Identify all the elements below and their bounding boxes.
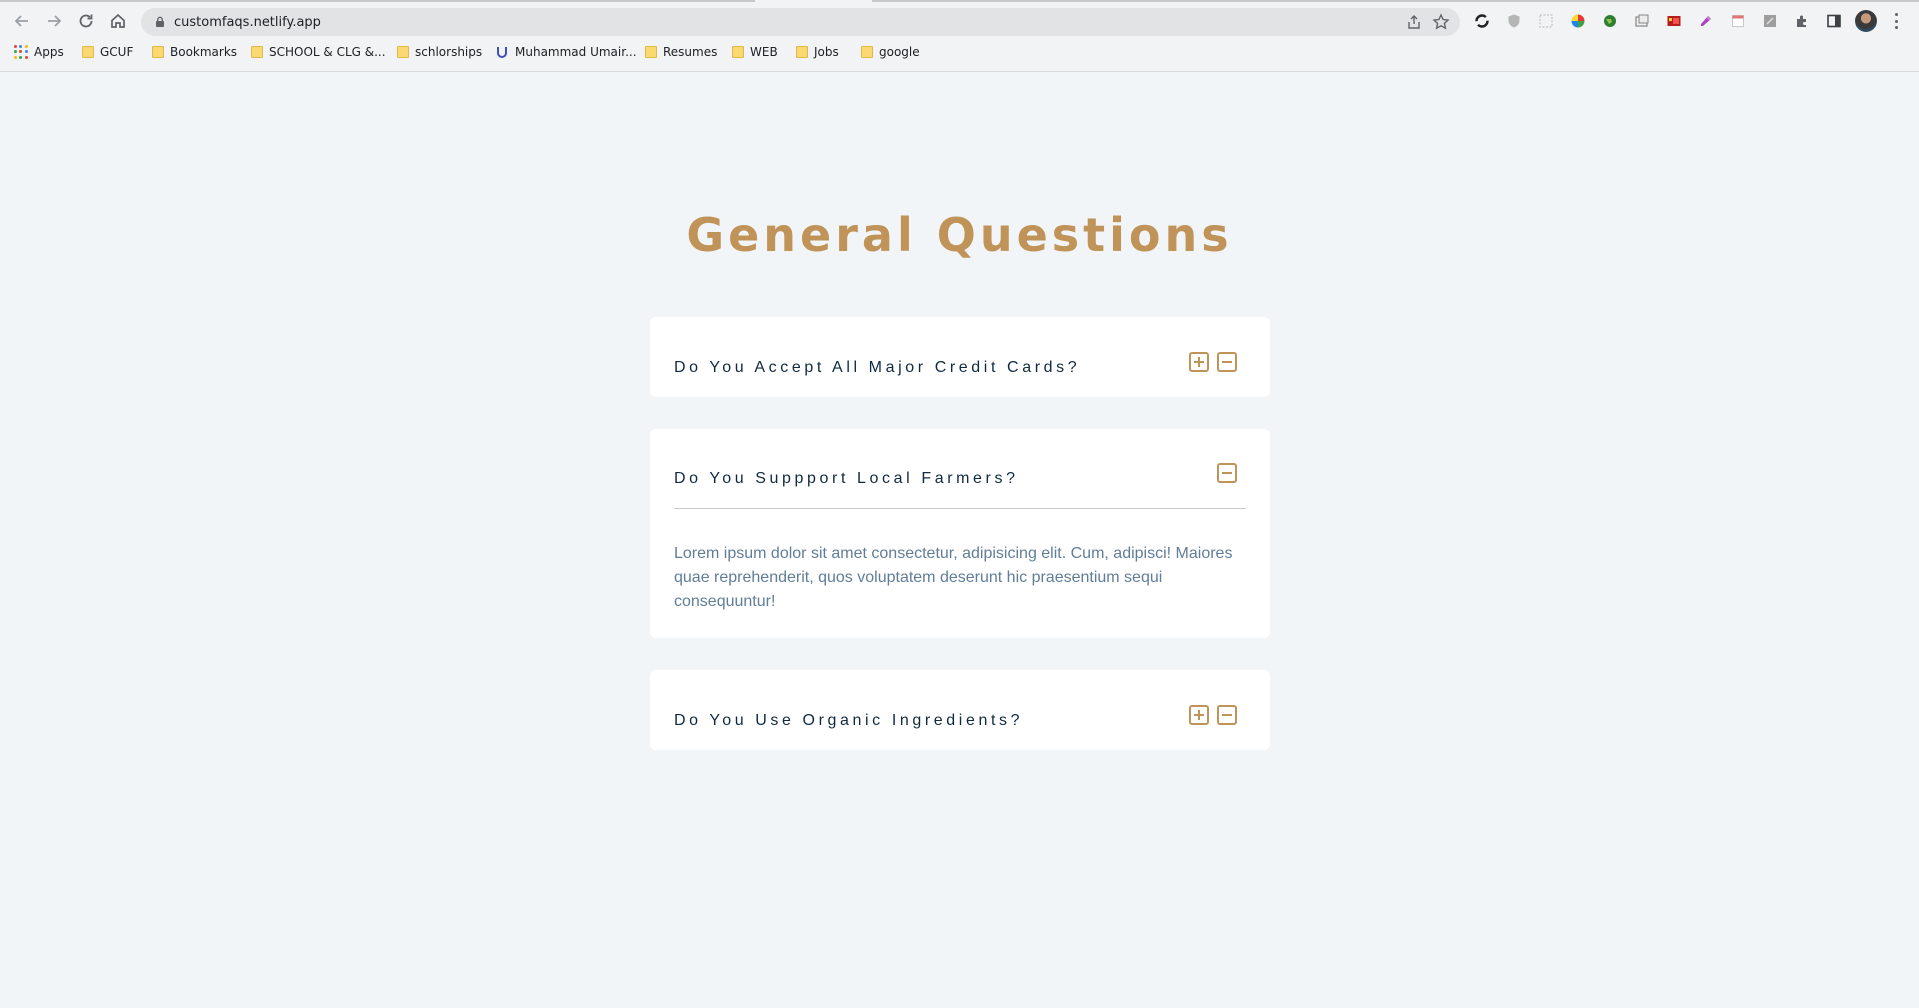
extensions-puzzle-icon[interactable] — [1793, 12, 1811, 30]
faq-question: Do You Accept All Major Credit Cards? — [674, 359, 1081, 376]
bookmark-schlorships[interactable]: schlorships — [397, 42, 482, 62]
apps-grid-icon — [14, 45, 28, 59]
folder-icon — [645, 46, 657, 58]
faq-question: Do You Use Organic Ingredients? — [674, 712, 1024, 729]
browser-toolbar: customfaqs.netlify.app — [0, 6, 1919, 36]
folder-icon — [82, 46, 94, 58]
bookmark-label: google — [879, 45, 920, 59]
faq-answer: Lorem ipsum dolor sit amet consectetur, … — [674, 545, 1233, 610]
folder-icon — [251, 46, 263, 58]
minus-square-icon — [1217, 352, 1237, 372]
browser-menu-icon[interactable] — [1892, 11, 1900, 31]
expand-button[interactable] — [1187, 703, 1211, 727]
bookmark-apps[interactable]: Apps — [14, 42, 64, 62]
extension-color-wheel-icon[interactable] — [1569, 12, 1587, 30]
extension-paint-icon[interactable] — [1697, 12, 1715, 30]
side-panel-icon[interactable] — [1825, 12, 1843, 30]
folder-icon — [732, 46, 744, 58]
home-button[interactable] — [107, 10, 129, 32]
expand-button[interactable] — [1187, 350, 1211, 374]
extension-shield-icon[interactable] — [1505, 12, 1523, 30]
bookmark-resumes[interactable]: Resumes — [645, 42, 717, 62]
reload-button[interactable] — [75, 10, 97, 32]
bookmark-label: Apps — [34, 45, 64, 59]
extension-sync-icon[interactable] — [1473, 12, 1491, 30]
page-title: General Questions — [686, 208, 1233, 262]
bookmark-label: GCUF — [100, 45, 134, 59]
bookmark-gcuf[interactable]: GCUF — [82, 42, 133, 62]
share-icon[interactable] — [1406, 14, 1422, 30]
url-text: customfaqs.netlify.app — [174, 15, 321, 30]
arrow-left-icon — [14, 15, 28, 27]
star-icon[interactable] — [1432, 13, 1450, 31]
extension-globe-icon[interactable] — [1601, 12, 1619, 30]
bookmark-label: Muhammad Umair... — [515, 45, 637, 59]
extension-calendar-icon[interactable] — [1729, 12, 1747, 30]
address-bar[interactable]: customfaqs.netlify.app — [141, 8, 1460, 36]
collapse-button[interactable] — [1215, 350, 1239, 374]
profile-avatar[interactable] — [1855, 10, 1877, 32]
plus-square-icon — [1189, 352, 1209, 372]
minus-square-icon — [1217, 705, 1237, 725]
forward-button[interactable] — [43, 10, 65, 32]
bookmark-label: Bookmarks — [170, 45, 238, 59]
bookmark-muhammad-umair[interactable]: Muhammad Umair... — [495, 42, 637, 62]
home-icon — [111, 13, 125, 28]
bookmark-label: schlorships — [415, 45, 483, 59]
browser-chrome: customfaqs.netlify.app Apps GCUF Bookmar… — [0, 0, 1919, 72]
minus-square-icon — [1217, 463, 1237, 483]
bookmark-google[interactable]: google — [861, 42, 920, 62]
faq-item-organic-ingredients: Do You Use Organic Ingredients? — [650, 670, 1270, 750]
extension-grid-icon[interactable] — [1537, 12, 1555, 30]
bookmark-label: WEB — [750, 45, 778, 59]
folder-icon — [861, 46, 873, 58]
bookmark-label: SCHOOL & CLG &... — [269, 45, 386, 59]
lock-icon — [156, 16, 164, 27]
bookmark-bookmarks[interactable]: Bookmarks — [152, 42, 237, 62]
bookmark-school-clg[interactable]: SCHOOL & CLG &... — [251, 42, 386, 62]
back-button[interactable] — [11, 10, 33, 32]
collapse-button[interactable] — [1215, 461, 1239, 485]
faq-item-credit-cards: Do You Accept All Major Credit Cards? — [650, 317, 1270, 397]
plus-square-icon — [1189, 705, 1209, 725]
folder-icon — [397, 46, 409, 58]
extension-window-icon[interactable] — [1633, 12, 1651, 30]
folder-icon — [796, 46, 808, 58]
extension-note-icon[interactable] — [1761, 12, 1779, 30]
tab-strip-edge — [0, 0, 1919, 2]
extension-film-icon[interactable] — [1665, 12, 1683, 30]
faq-toggle-group — [1215, 461, 1239, 485]
bookmark-web[interactable]: WEB — [732, 42, 778, 62]
bookmark-jobs[interactable]: Jobs — [796, 42, 839, 62]
reload-icon — [79, 14, 93, 28]
faq-item-local-farmers: Do You Suppport Local Farmers? Lorem ips… — [650, 429, 1270, 638]
collapse-button[interactable] — [1215, 703, 1239, 727]
faq-divider — [674, 508, 1246, 509]
arrow-right-icon — [48, 15, 62, 27]
faq-toggle-group — [1187, 350, 1239, 374]
site-favicon-icon — [497, 47, 507, 58]
bookmarks-bar: Apps GCUF Bookmarks SCHOOL & CLG &... sc… — [0, 42, 1919, 62]
folder-icon — [152, 46, 164, 58]
bookmark-label: Resumes — [663, 45, 718, 59]
faq-question: Do You Suppport Local Farmers? — [674, 470, 1019, 487]
faq-toggle-group — [1187, 703, 1239, 727]
bookmark-label: Jobs — [814, 45, 839, 59]
